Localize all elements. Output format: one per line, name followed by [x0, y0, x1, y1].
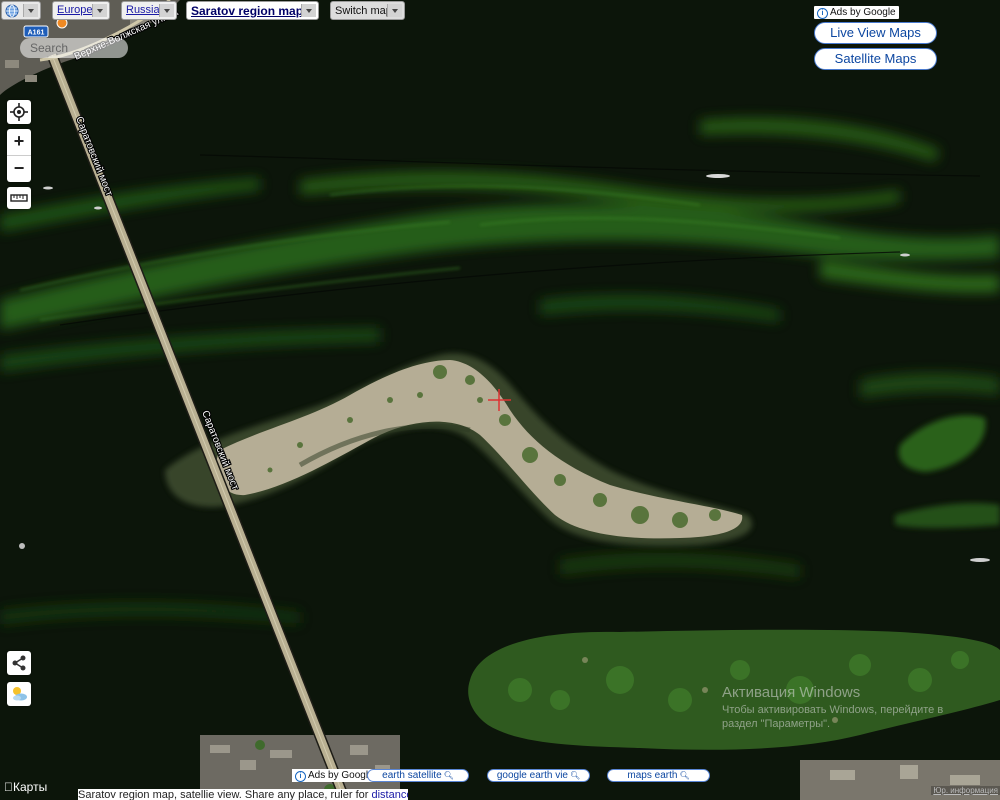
caption-distance-link[interactable]: distance: [371, 789, 408, 800]
map-imagery: Саратовский мост Саратовский мост Верхне…: [0, 0, 1000, 800]
chevron-down-icon[interactable]: [159, 4, 174, 17]
switch-map-button[interactable]: Switch map: [330, 1, 405, 20]
ads-tag-label: Ads by Google: [830, 7, 896, 18]
search-icon: 🔍︎: [570, 771, 581, 780]
ad-pill-label: google earth vie: [496, 770, 568, 781]
apple-logo-icon: : [4, 780, 13, 794]
watermark-title: Активация Windows: [722, 684, 861, 701]
ad-pill-label: maps earth: [627, 770, 678, 781]
breadcrumb-link-saratov[interactable]: Saratov region map: [191, 4, 303, 18]
ad-pill-google-earth-view[interactable]: google earth vie 🔍︎: [487, 769, 590, 782]
info-icon: i: [295, 771, 306, 782]
breadcrumb-link-russia[interactable]: Russia: [126, 4, 160, 16]
locate-button[interactable]: [7, 100, 31, 124]
chevron-down-icon[interactable]: [301, 4, 316, 17]
weather-button[interactable]: [7, 682, 31, 706]
chevron-down-icon[interactable]: [23, 4, 38, 17]
breadcrumb-link-europe[interactable]: Europe: [57, 4, 92, 16]
watermark-line2: раздел "Параметры".: [722, 718, 831, 730]
search-icon: 🔍︎: [443, 771, 454, 780]
legal-info-link[interactable]: Юр. информация: [931, 786, 1000, 795]
locate-crosshair-icon: [10, 103, 28, 121]
switch-map-label: Switch map: [335, 5, 392, 17]
zoom-out-button[interactable]: −: [7, 155, 31, 182]
ads-tag-bottom[interactable]: i Ads by Google: [292, 769, 377, 782]
weather-icon: [13, 687, 27, 701]
watermark-line1: Чтобы активировать Windows, перейдите в: [722, 704, 944, 716]
globe-icon: [5, 4, 19, 18]
ad-button-live-view-maps[interactable]: Live View Maps: [814, 22, 937, 44]
breadcrumb-russia[interactable]: Russia: [121, 1, 177, 20]
caption-text: Saratov region map, satellie view. Share…: [78, 789, 372, 800]
apple-maps-attribution[interactable]: Карты: [4, 780, 47, 794]
ruler-icon: [10, 194, 28, 202]
ruler-button[interactable]: [7, 187, 31, 209]
ad-pill-label: earth satellite: [382, 770, 442, 781]
ad-pill-earth-satellite[interactable]: earth satellite 🔍︎: [367, 769, 469, 782]
share-icon: [12, 655, 26, 671]
breadcrumb-europe[interactable]: Europe: [52, 1, 110, 20]
satellite-map[interactable]: Саратовский мост Саратовский мост Верхне…: [0, 0, 1000, 800]
chevron-down-icon[interactable]: [92, 4, 107, 17]
road-shield: А161: [23, 25, 49, 38]
search-icon: 🔍︎: [679, 771, 690, 780]
share-button[interactable]: [7, 651, 31, 675]
windows-activation-watermark: Активация Windows Чтобы активировать Win…: [722, 684, 943, 731]
breadcrumb-saratov[interactable]: Saratov region map: [186, 1, 319, 20]
zoom-control: + −: [7, 129, 31, 182]
page-caption: Saratov region map, satellie view. Share…: [78, 789, 408, 800]
info-icon: i: [817, 8, 828, 19]
search-input[interactable]: [20, 38, 128, 58]
globe-menu-button[interactable]: [1, 1, 41, 20]
zoom-in-button[interactable]: +: [7, 129, 31, 155]
ads-tag-label: Ads by Google: [308, 770, 374, 781]
apple-maps-label: Карты: [4, 780, 47, 794]
ad-button-satellite-maps[interactable]: Satellite Maps: [814, 48, 937, 70]
ads-tag-top[interactable]: i Ads by Google: [814, 6, 899, 19]
ad-pill-maps-earth[interactable]: maps earth 🔍︎: [607, 769, 710, 782]
chevron-down-icon[interactable]: [387, 4, 402, 17]
svg-text:А161: А161: [28, 30, 45, 37]
